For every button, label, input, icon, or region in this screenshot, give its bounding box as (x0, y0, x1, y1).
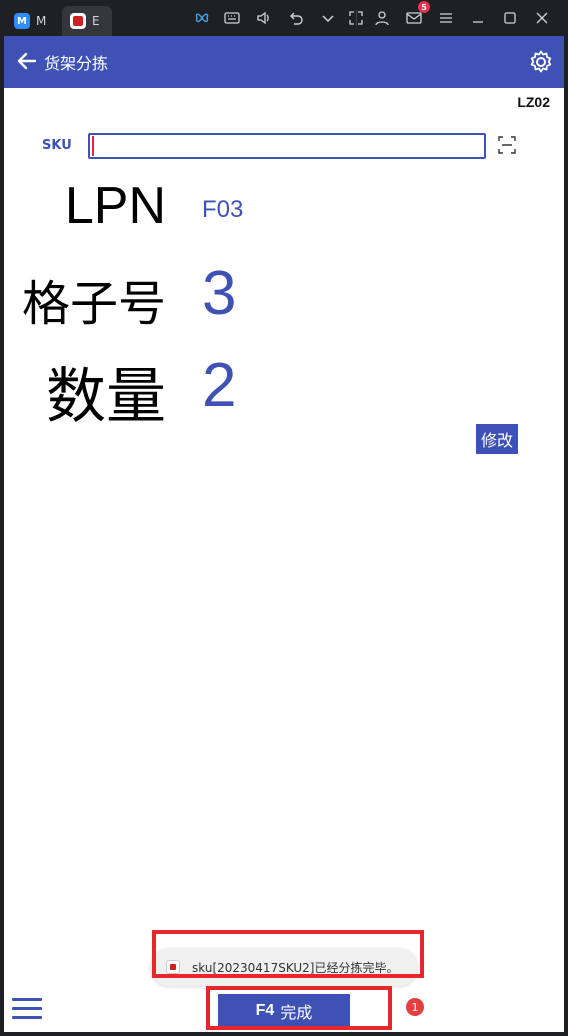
app-logo-icon: M (14, 13, 30, 29)
window-tab-2-active[interactable]: E (62, 6, 112, 36)
quantity-value: 2 (202, 351, 237, 420)
error-count-badge[interactable]: 1 (406, 998, 424, 1016)
tab-label: E (92, 14, 100, 28)
user-icon[interactable] (372, 8, 392, 28)
volume-icon[interactable] (254, 8, 274, 28)
mail-count-badge: 5 (418, 1, 430, 13)
highlight-box-complete (206, 986, 392, 1030)
tab-label: M (36, 14, 47, 28)
window-tab-1[interactable]: M M (14, 6, 58, 36)
lpn-label: LPN (64, 177, 166, 235)
gear-icon[interactable] (528, 49, 554, 75)
butterfly-icon[interactable] (192, 8, 212, 28)
maximize-icon[interactable] (500, 8, 520, 28)
sku-label: SKU (42, 138, 72, 153)
minimize-icon[interactable] (468, 8, 488, 28)
device-code: LZ02 (517, 94, 550, 110)
menu-icon[interactable] (436, 8, 456, 28)
app-bar: 货架分拣 (4, 36, 564, 88)
edit-button[interactable]: 修改 (476, 424, 518, 454)
lpn-value: F03 (202, 196, 244, 223)
close-icon[interactable] (532, 8, 552, 28)
app-screen: 货架分拣 LZ02 SKU LPN F03 格子号 3 数量 2 修改 sku[… (4, 36, 564, 1032)
page-title: 货架分拣 (44, 54, 109, 73)
text-cursor (92, 136, 94, 156)
keyboard-icon[interactable] (222, 8, 242, 28)
quantity-label: 数量 (46, 362, 166, 432)
scan-icon[interactable] (498, 136, 516, 154)
grid-number-value: 3 (202, 259, 237, 328)
app-icon (70, 13, 86, 29)
hamburger-menu-icon[interactable] (12, 998, 42, 1022)
chevron-down-icon[interactable] (318, 8, 338, 28)
back-arrow-icon[interactable] (16, 50, 38, 72)
undo-icon[interactable] (286, 8, 306, 28)
sku-input[interactable] (88, 133, 486, 159)
highlight-box-toast (152, 930, 424, 978)
window-titlebar: M M E 5 (0, 0, 568, 36)
grid-number-label: 格子号 (21, 276, 166, 332)
